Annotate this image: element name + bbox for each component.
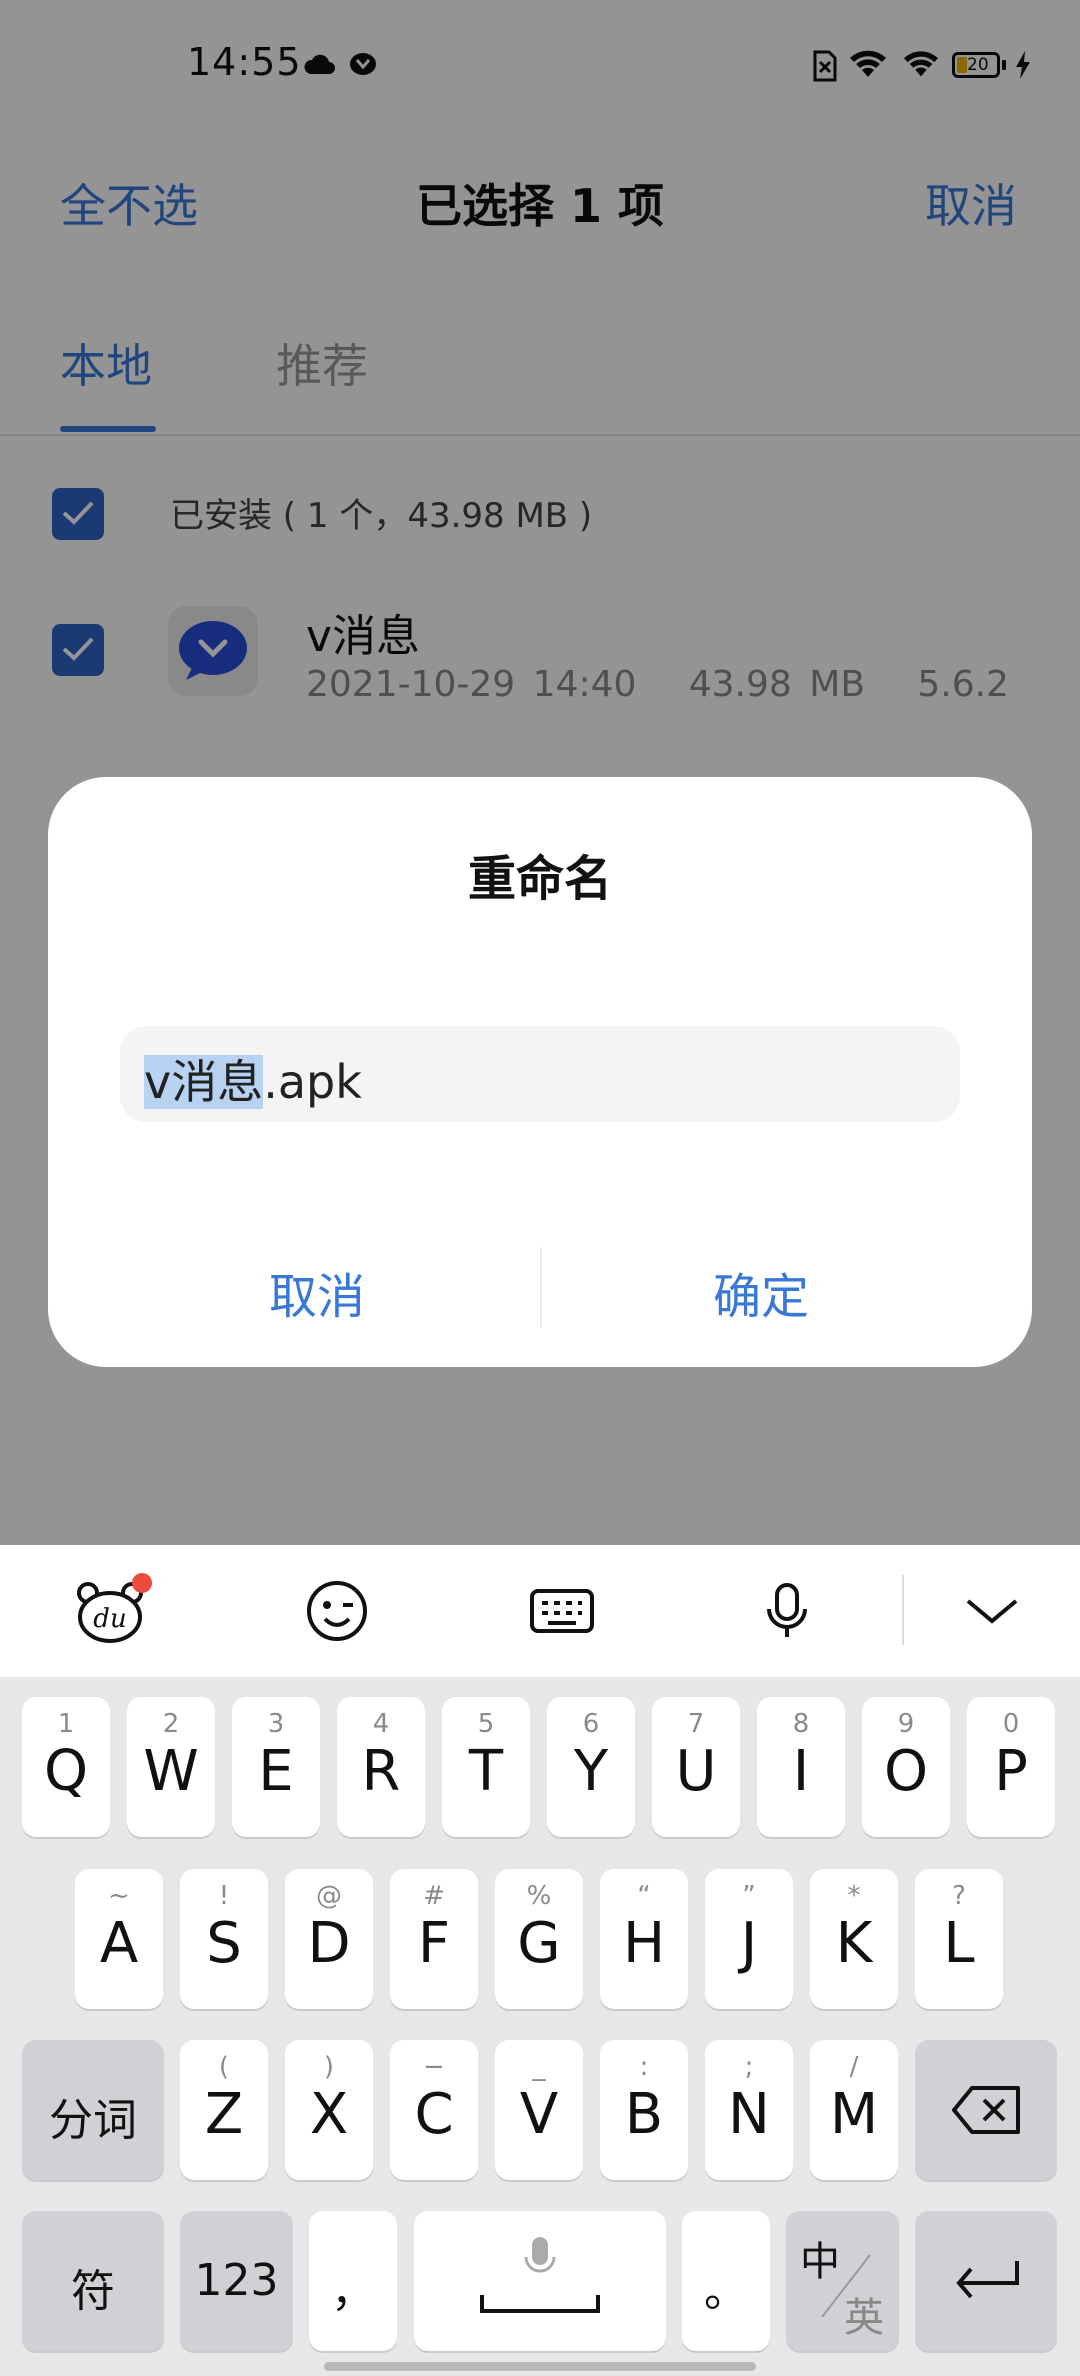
key-e[interactable]: 3E	[232, 1697, 320, 1837]
key-symbols[interactable]: 符	[22, 2211, 164, 2351]
key-y[interactable]: 6Y	[547, 1697, 635, 1837]
key-k[interactable]: * K	[810, 1869, 898, 2009]
key-period[interactable]: 。	[682, 2211, 770, 2351]
enter-icon	[956, 2261, 1019, 2299]
key-i[interactable]: 8I	[757, 1697, 845, 1837]
microphone-icon[interactable]	[745, 1569, 829, 1653]
backspace-icon	[952, 2086, 1020, 2134]
rename-dialog: 重命名 v消息.apk 取消 确定	[48, 777, 1032, 1367]
filename-input[interactable]: v消息.apk	[120, 1026, 960, 1122]
key-n[interactable]: ; N	[705, 2040, 793, 2180]
keyboard-toolbar: du	[0, 1545, 1080, 1677]
key-c[interactable]: − C	[390, 2040, 478, 2180]
key-j[interactable]: ” J	[705, 1869, 793, 2009]
dialog-button-divider	[540, 1247, 542, 1327]
key-x[interactable]: ) X	[285, 2040, 373, 2180]
key-b[interactable]: :B	[600, 2040, 688, 2180]
key-comma[interactable]: ，	[309, 2211, 397, 2351]
backspace-key[interactable]	[915, 2040, 1057, 2180]
key-numbers[interactable]: 123	[180, 2211, 293, 2351]
language-switch-key[interactable]: 中 英	[786, 2211, 899, 2351]
key-s[interactable]: ! S	[180, 1869, 268, 2009]
key-h[interactable]: “H	[600, 1869, 688, 2009]
key-f[interactable]: # F	[390, 1869, 478, 2009]
key-segment[interactable]: 分词	[22, 2040, 164, 2180]
enter-key[interactable]	[915, 2211, 1057, 2351]
baidu-bear-icon[interactable]: du	[70, 1569, 154, 1653]
key-p[interactable]: 0P	[967, 1697, 1055, 1837]
key-m[interactable]: / M	[810, 2040, 898, 2180]
key-z[interactable]: (Z	[180, 2040, 268, 2180]
svg-text:du: du	[93, 1604, 126, 1634]
key-a[interactable]: ~ A	[75, 1869, 163, 2009]
toolbar-divider	[902, 1575, 904, 1645]
key-u[interactable]: 7U	[652, 1697, 740, 1837]
emoji-icon[interactable]	[295, 1569, 379, 1653]
hide-keyboard-chevron-down-icon[interactable]	[950, 1569, 1034, 1653]
filename-extension: .apk	[263, 1055, 362, 1109]
soft-keyboard: 1Q 2W 3E 4R 5T 6Y 7U 8I 9O 0P ~ A ! S @ D #…	[0, 1677, 1080, 2376]
home-indicator[interactable]	[324, 2362, 756, 2371]
key-o[interactable]: 9O	[862, 1697, 950, 1837]
filename-selected-text: v消息	[144, 1055, 264, 1109]
dialog-confirm-button[interactable]: 确定	[713, 1257, 809, 1327]
key-r[interactable]: 4R	[337, 1697, 425, 1837]
key-d[interactable]: @ D	[285, 1869, 373, 2009]
dialog-cancel-button[interactable]: 取消	[269, 1257, 365, 1327]
space-key[interactable]	[414, 2211, 666, 2351]
key-q[interactable]: 1Q	[22, 1697, 110, 1837]
key-l[interactable]: ? L	[915, 1869, 1003, 2009]
dialog-title: 重命名	[467, 851, 612, 907]
key-g[interactable]: % G	[495, 1869, 583, 2009]
key-t[interactable]: 5T	[442, 1697, 530, 1837]
keyboard-layout-icon[interactable]	[520, 1569, 604, 1653]
key-w[interactable]: 2W	[127, 1697, 215, 1837]
space-mic-icon	[480, 2237, 600, 2313]
key-v[interactable]: _ V	[495, 2040, 583, 2180]
